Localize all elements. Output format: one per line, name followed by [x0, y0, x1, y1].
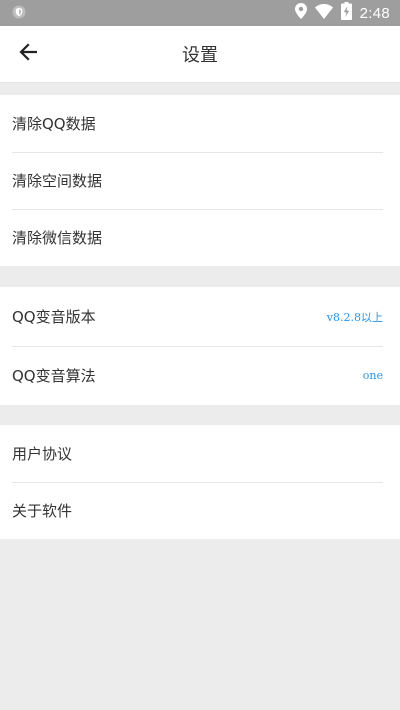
- arrow-left-icon: [19, 43, 38, 65]
- qq-voice-algorithm-item[interactable]: QQ变音算法 one: [0, 346, 400, 405]
- item-label: 清除微信数据: [12, 229, 103, 247]
- battery-charging-icon: [340, 2, 352, 24]
- data-clear-section: 清除QQ数据 清除空间数据 清除微信数据: [0, 95, 400, 266]
- status-bar: 2:48: [0, 0, 400, 26]
- voice-settings-section: QQ变音版本 v8.2.8以上 QQ变音算法 one: [0, 287, 400, 405]
- item-label: 清除QQ数据: [12, 115, 96, 133]
- page-title: 设置: [182, 45, 218, 66]
- status-time: 2:48: [359, 4, 390, 22]
- about-software-item[interactable]: 关于软件: [0, 482, 400, 539]
- item-label: QQ变音算法: [12, 367, 96, 385]
- item-label: QQ变音版本: [12, 308, 96, 326]
- item-label: 用户协议: [12, 445, 73, 463]
- shield-icon: [12, 4, 26, 23]
- clear-wechat-data-item[interactable]: 清除微信数据: [0, 209, 400, 266]
- toolbar: 设置: [0, 26, 400, 83]
- item-value: v8.2.8以上: [326, 310, 383, 324]
- about-section: 用户协议 关于软件: [0, 425, 400, 539]
- item-label: 清除空间数据: [12, 172, 103, 190]
- clear-qq-data-item[interactable]: 清除QQ数据: [0, 95, 400, 152]
- item-value: one: [362, 369, 383, 382]
- qq-voice-version-item[interactable]: QQ变音版本 v8.2.8以上: [0, 287, 400, 346]
- item-label: 关于软件: [12, 502, 73, 520]
- clear-qzone-data-item[interactable]: 清除空间数据: [0, 152, 400, 209]
- back-button[interactable]: [8, 34, 48, 74]
- user-agreement-item[interactable]: 用户协议: [0, 425, 400, 482]
- location-icon: [294, 3, 307, 23]
- wifi-icon: [314, 3, 333, 23]
